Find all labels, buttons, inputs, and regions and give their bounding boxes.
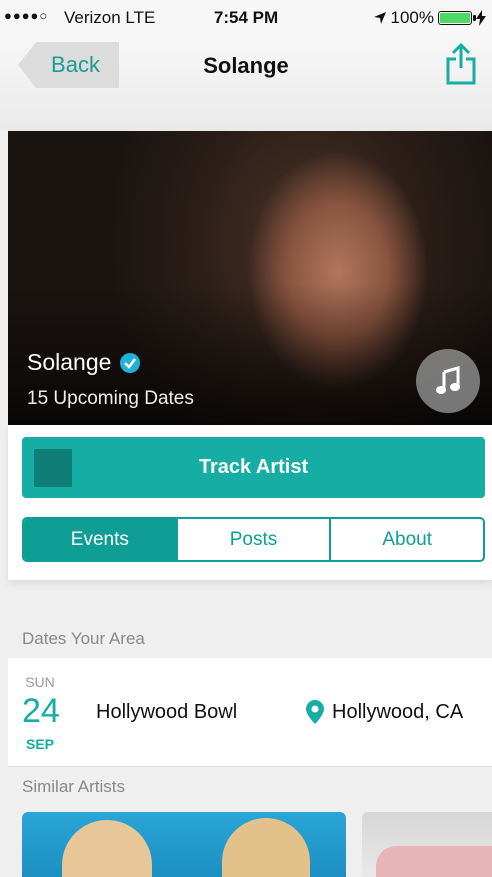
event-row[interactable]: SUN 24 SEP Hollywood Bowl Hollywood, CA [8, 658, 492, 767]
artist-photo-shape [62, 820, 152, 877]
tab-events[interactable]: Events [24, 519, 176, 560]
battery-icon [438, 11, 476, 25]
track-artist-button[interactable]: Track Artist [22, 437, 485, 498]
location-pin-icon [306, 700, 324, 724]
similar-artist-card[interactable] [362, 812, 492, 877]
status-right: 100% [373, 8, 486, 28]
share-icon[interactable] [445, 42, 477, 86]
artist-photo-shape [222, 818, 310, 877]
upcoming-dates-count: 15 Upcoming Dates [27, 388, 194, 409]
battery-fill [440, 13, 470, 23]
artist-actions-panel: Track Artist Events Posts About [8, 425, 492, 580]
tab-posts[interactable]: Posts [175, 519, 330, 560]
verified-badge-icon [120, 352, 141, 373]
track-checkbox-icon [34, 449, 72, 487]
track-artist-label: Track Artist [198, 456, 309, 478]
event-day-of-week: SUN [25, 674, 55, 690]
music-note-icon [436, 366, 460, 394]
tab-about[interactable]: About [329, 519, 483, 560]
event-month: SEP [25, 736, 54, 752]
dates-section-label: Dates Your Area [22, 629, 145, 648]
music-button[interactable] [416, 349, 480, 413]
event-venue: Hollywood Bowl [96, 701, 238, 723]
event-location: Hollywood, CA [306, 700, 463, 724]
event-location-label: Hollywood, CA [332, 700, 464, 723]
status-bar: ●●●●○ Verizon LTE 7:54 PM 100% [0, 0, 492, 36]
page-title: Solange [203, 53, 289, 78]
location-arrow-icon [373, 12, 386, 24]
artist-photo-shape [376, 846, 492, 877]
nav-bar: Back Solange [0, 36, 492, 131]
artist-name: Solange [27, 349, 112, 375]
similar-section-label: Similar Artists [22, 777, 125, 796]
similar-artist-card[interactable] [22, 812, 346, 877]
event-day: 24 [22, 692, 60, 730]
artist-hero-image: Solange 15 Upcoming Dates [8, 131, 492, 425]
hero-artist-name: Solange [27, 349, 141, 376]
battery-percent: 100% [390, 8, 434, 27]
segmented-tabs: Events Posts About [22, 517, 485, 562]
charging-bolt-icon [476, 10, 486, 26]
